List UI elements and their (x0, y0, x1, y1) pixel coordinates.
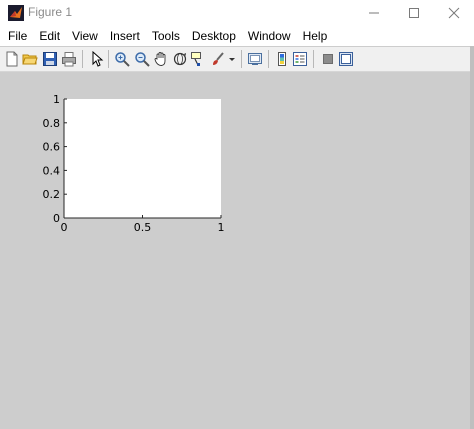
close-button[interactable] (434, 0, 474, 26)
menu-window[interactable]: Window (242, 26, 297, 46)
show-plot-tools-icon[interactable] (338, 51, 354, 67)
y-tick-label: 0.2 (43, 188, 61, 201)
menu-help[interactable]: Help (297, 26, 334, 46)
y-tick-label: 0.8 (43, 117, 61, 130)
toolbar-separator (108, 50, 109, 68)
figure-canvas[interactable]: 0 0.5 1 0 0.2 0.4 0.6 0.8 1 (0, 72, 474, 429)
brush-icon[interactable] (210, 51, 226, 67)
menu-desktop[interactable]: Desktop (186, 26, 242, 46)
figure-window: Figure 1 File Edit View Insert Tools Des… (0, 0, 474, 429)
figure-toolbar (0, 47, 474, 72)
menu-view[interactable]: View (66, 26, 104, 46)
edit-plot-arrow-icon[interactable] (89, 51, 105, 67)
y-tick-label: 0.4 (43, 164, 61, 177)
close-icon (448, 7, 460, 19)
insert-legend-icon[interactable] (292, 51, 308, 67)
menu-bar: File Edit View Insert Tools Desktop Wind… (0, 26, 474, 46)
x-tick-label: 1 (218, 221, 225, 234)
maximize-icon (409, 8, 419, 18)
maximize-button[interactable] (394, 0, 434, 26)
title-bar[interactable]: Figure 1 (0, 0, 474, 26)
matlab-logo-icon (8, 5, 24, 21)
x-tick-label: 0 (61, 221, 68, 234)
print-icon[interactable] (61, 51, 77, 67)
menu-insert[interactable]: Insert (104, 26, 146, 46)
toolbar-separator (313, 50, 314, 68)
brush-dropdown-icon[interactable] (228, 51, 236, 67)
hide-plot-tools-icon[interactable] (320, 51, 336, 67)
menu-tools[interactable]: Tools (146, 26, 186, 46)
save-icon[interactable] (42, 51, 58, 67)
toolbar-separator (82, 50, 83, 68)
y-tick-label: 0 (53, 212, 60, 225)
minimize-button[interactable] (354, 0, 394, 26)
link-plot-icon[interactable] (247, 51, 263, 67)
axes-container: 0 0.5 1 0 0.2 0.4 0.6 0.8 1 (43, 93, 225, 234)
insert-colorbar-icon[interactable] (274, 51, 290, 67)
pan-hand-icon[interactable] (153, 51, 169, 67)
rotate-3d-icon[interactable] (172, 51, 188, 67)
menu-edit[interactable]: Edit (33, 26, 66, 46)
axes[interactable]: 0 0.5 1 0 0.2 0.4 0.6 0.8 1 (43, 93, 225, 234)
open-file-icon[interactable] (22, 51, 38, 67)
axes-plot-area (64, 99, 221, 218)
zoom-out-icon[interactable] (134, 51, 150, 67)
window-edge (470, 46, 474, 429)
zoom-in-icon[interactable] (114, 51, 130, 67)
y-tick-label: 1 (53, 93, 60, 106)
new-figure-icon[interactable] (4, 51, 20, 67)
window-title: Figure 1 (28, 5, 73, 19)
y-tick-label: 0.6 (43, 141, 61, 154)
menu-file[interactable]: File (0, 26, 33, 46)
toolbar-separator (241, 50, 242, 68)
data-cursor-icon[interactable] (190, 51, 206, 67)
minimize-icon (369, 12, 379, 14)
toolbar-separator (268, 50, 269, 68)
x-tick-label: 0.5 (134, 221, 152, 234)
